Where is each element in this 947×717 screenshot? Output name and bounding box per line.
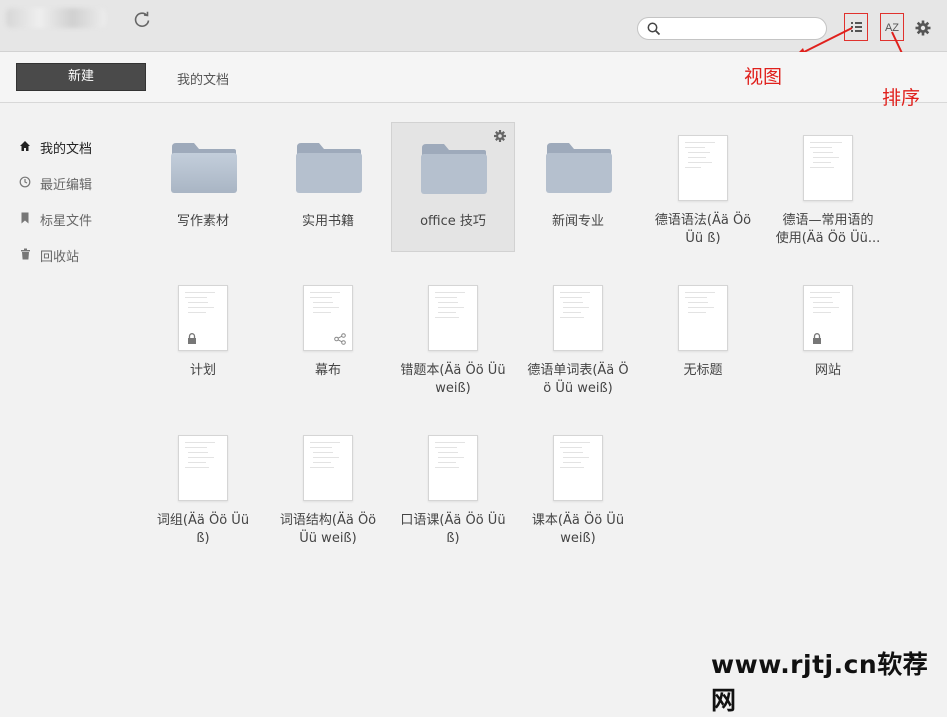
sidebar-item-label: 回收站 (40, 249, 80, 265)
sidebar-item-my-documents[interactable]: 我的文档 (17, 137, 92, 157)
toolbar: 新建 我的文档 (0, 52, 947, 103)
sidebar-item-label: 最近编辑 (40, 177, 93, 193)
document-thumbnail (678, 135, 728, 201)
clock-icon (17, 176, 33, 191)
item-label: 德语语法(Ää Öö (654, 213, 752, 228)
document-item[interactable]: 词组(Ää Öö Üü ß) (141, 434, 265, 554)
item-label: 词组(Ää Öö Üü (156, 513, 250, 528)
item-label: 德语—常用语的 (782, 213, 874, 228)
sidebar-item-label: 我的文档 (40, 141, 93, 157)
document-thumbnail (303, 435, 353, 501)
folder-item[interactable]: 新闻专业 (516, 121, 640, 251)
item-label: 德语单词表(Ää Ö (527, 363, 629, 378)
item-label: 新闻专业 (551, 214, 604, 229)
document-item[interactable]: 网站 (766, 284, 890, 404)
sidebar-item-label: 标星文件 (40, 213, 93, 229)
folder-item-selected[interactable]: office 技巧 (391, 122, 515, 252)
item-settings-gear-icon[interactable] (493, 129, 507, 143)
item-label: 计划 (189, 363, 216, 378)
document-item[interactable]: 德语语法(Ää Öö Üü ß) (641, 134, 765, 254)
document-thumbnail (428, 285, 478, 351)
folder-icon (546, 143, 612, 193)
item-label-line2: 使用(Ää Öö Üü... (775, 231, 881, 246)
document-thumbnail (803, 135, 853, 201)
watermark: www.rjtj.cn软荐网 (711, 650, 929, 715)
document-item[interactable]: 课本(Ää Öö Üü weiß) (516, 434, 640, 554)
folder-icon (296, 143, 362, 193)
sidebar-item-starred[interactable]: 标星文件 (17, 209, 92, 229)
document-thumbnail (428, 435, 478, 501)
folder-item[interactable]: 实用书籍 (266, 121, 390, 251)
document-item[interactable]: 口语课(Ää Öö Üü ß) (391, 434, 515, 554)
document-thumbnail (303, 285, 353, 351)
document-thumbnail (178, 435, 228, 501)
item-label: 无标题 (683, 363, 723, 378)
annotation-view-label: 视图 (744, 66, 783, 88)
document-thumbnail (803, 285, 853, 351)
document-item[interactable]: 词语结构(Ää Öö Üü weiß) (266, 434, 390, 554)
sidebar-item-recent[interactable]: 最近编辑 (17, 173, 92, 193)
folder-icon (421, 144, 487, 194)
document-item[interactable]: 德语—常用语的 使用(Ää Öö Üü... (766, 134, 890, 254)
lock-icon (813, 333, 821, 344)
home-icon (17, 140, 33, 155)
document-item[interactable]: 幕布 (266, 284, 390, 404)
breadcrumb[interactable]: 我的文档 (177, 69, 229, 88)
item-label-line2: Üü weiß) (299, 531, 357, 546)
annotation-sort-label: 排序 (882, 87, 921, 109)
item-label-line2: ß) (446, 531, 460, 546)
item-label: 网站 (814, 363, 841, 378)
folder-icon (171, 143, 237, 193)
item-label-line2: ö Üü weiß) (543, 381, 613, 396)
document-thumbnail (678, 285, 728, 351)
item-label: 口语课(Ää Öö Üü (400, 513, 506, 528)
sidebar-item-trash[interactable]: 回收站 (17, 245, 79, 265)
item-label: 实用书籍 (301, 214, 354, 229)
item-label-line2: weiß) (435, 381, 471, 396)
new-button[interactable]: 新建 (16, 63, 146, 91)
document-thumbnail (553, 285, 603, 351)
item-label: 错题本(Ää Öö Üü (400, 363, 506, 378)
document-item[interactable]: 错题本(Ää Öö Üü weiß) (391, 284, 515, 404)
document-item[interactable]: 计划 (141, 284, 265, 404)
lock-icon (188, 333, 196, 344)
document-item[interactable]: 无标题 (641, 284, 765, 404)
item-label-line2: Üü ß) (685, 231, 721, 246)
item-label-line2: weiß) (560, 531, 596, 546)
trash-icon (17, 248, 33, 263)
folder-item[interactable]: 写作素材 (141, 121, 265, 251)
document-item[interactable]: 德语单词表(Ää Ö ö Üü weiß) (516, 284, 640, 404)
item-label: office 技巧 (420, 214, 486, 229)
document-thumbnail (553, 435, 603, 501)
item-label: 课本(Ää Öö Üü (531, 513, 625, 528)
item-label: 写作素材 (176, 214, 229, 229)
bookmark-icon (17, 212, 33, 227)
document-thumbnail (178, 285, 228, 351)
share-icon (334, 333, 346, 345)
item-label: 词语结构(Ää Öö (279, 513, 377, 528)
item-label: 幕布 (314, 363, 341, 378)
item-label-line2: ß) (196, 531, 210, 546)
